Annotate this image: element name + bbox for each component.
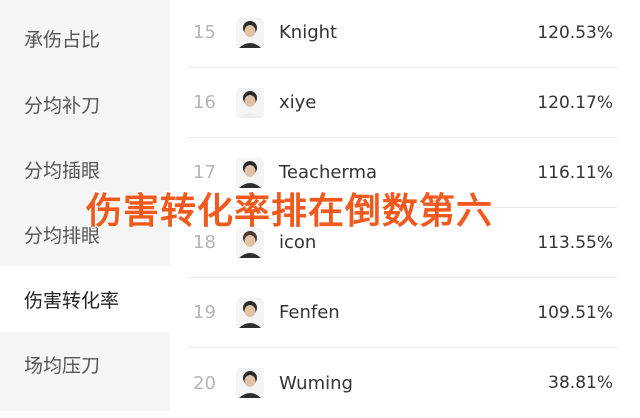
player-stat-value: 116.11%	[537, 162, 613, 183]
player-stat-value: 38.81%	[548, 373, 613, 393]
player-name: Wuming	[279, 372, 353, 394]
player-avatar-icon	[236, 87, 264, 118]
sidebar-item-label: 场均压刀	[24, 354, 101, 377]
player-avatar-icon	[236, 17, 264, 48]
sidebar-item-damage-taken-share[interactable]: 承伤占比	[0, 5, 170, 71]
player-name: xiye	[279, 92, 317, 113]
player-stat-value: 120.53%	[537, 22, 613, 43]
sidebar-item-cs-per-minute[interactable]: 分均补刀	[0, 71, 170, 137]
player-stat-value: 109.51%	[537, 302, 613, 323]
player-avatar-icon	[236, 368, 264, 398]
ranking-row[interactable]: 16 xiye 120.17%	[187, 68, 617, 138]
sidebar-item-label: 承伤占比	[24, 28, 101, 51]
sidebar-item-label: 分均补刀	[24, 94, 101, 117]
player-stat-value: 113.55%	[537, 232, 613, 253]
overlay-caption: 伤害转化率排在倒数第六	[86, 191, 494, 232]
player-stat-value: 120.17%	[537, 92, 613, 113]
rank-number: 15	[193, 22, 216, 43]
rank-number: 20	[193, 372, 216, 394]
player-name: Knight	[279, 22, 338, 43]
sidebar-item-label: 伤害转化率	[24, 289, 120, 312]
ranking-row[interactable]: 19 Fenfen 109.51%	[187, 278, 617, 348]
player-avatar-icon	[236, 297, 264, 328]
ranking-row[interactable]: 15 Knight 120.53%	[187, 0, 617, 68]
sidebar-item-damage-conversion-rate[interactable]: 伤害转化率	[0, 266, 170, 332]
player-name: Fenfen	[279, 302, 340, 323]
rank-number: 19	[193, 302, 216, 323]
sidebar-item-label: 分均插眼	[24, 159, 101, 182]
ranking-row[interactable]: 20 Wuming 38.81%	[187, 348, 617, 418]
sidebar-item-cs-lead-per-game[interactable]: 场均压刀	[0, 331, 170, 397]
rank-number: 16	[193, 92, 216, 113]
